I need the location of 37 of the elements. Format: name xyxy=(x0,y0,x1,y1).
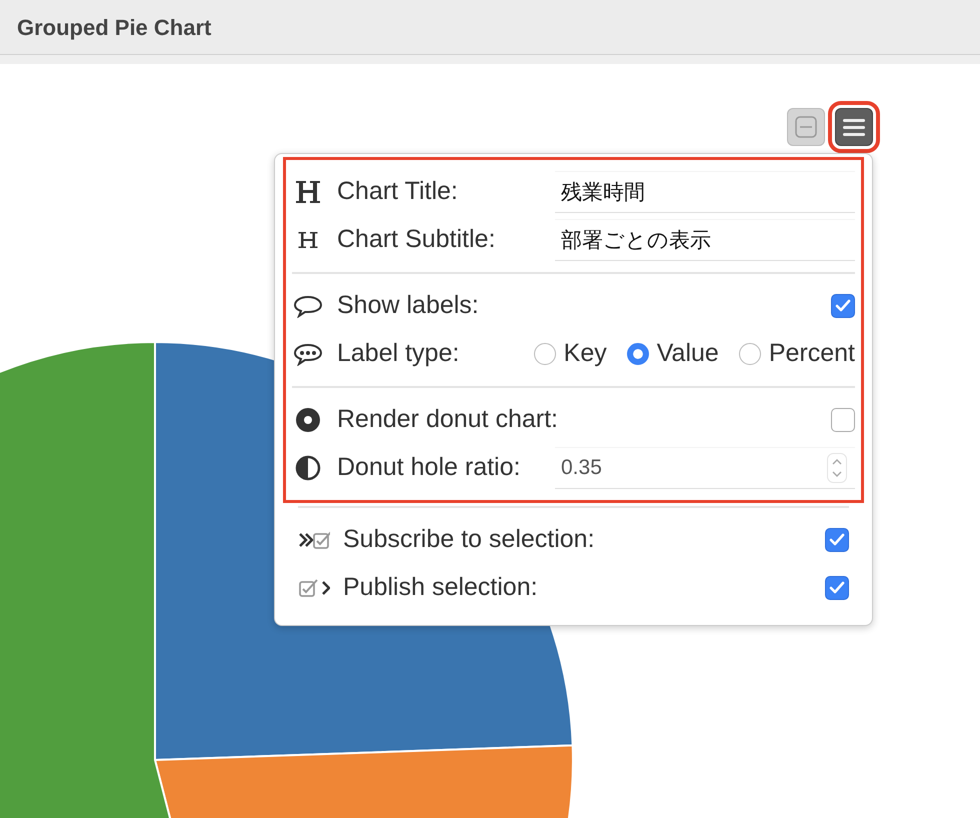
publish-icon xyxy=(298,577,330,599)
number-field[interactable]: 0.35 xyxy=(555,447,855,489)
minimize-button[interactable] xyxy=(787,108,825,146)
radio-label[interactable]: Value xyxy=(656,335,719,373)
radio-button[interactable] xyxy=(626,343,649,365)
text-field[interactable]: 残業時間 xyxy=(555,171,855,213)
checkbox[interactable] xyxy=(825,576,849,600)
radio-label[interactable]: Key xyxy=(564,335,607,373)
checkmark-icon xyxy=(835,299,851,313)
field-label: Chart Title: xyxy=(337,176,458,208)
minus-icon xyxy=(794,115,818,139)
field-label: Chart Subtitle: xyxy=(337,224,496,256)
checkmark-icon xyxy=(829,533,845,547)
checkbox[interactable] xyxy=(831,294,855,318)
field-label: Subscribe to selection: xyxy=(343,524,595,556)
radio-button[interactable] xyxy=(534,343,556,365)
checkmark-icon xyxy=(829,581,845,595)
radio-label[interactable]: Percent xyxy=(768,335,855,373)
radio-button[interactable] xyxy=(738,343,761,365)
subscribe-icon xyxy=(298,529,330,551)
field-label: Show labels: xyxy=(337,290,479,322)
text-field[interactable]: 部署ごとの表示 xyxy=(555,219,855,261)
heading-icon xyxy=(294,179,322,205)
field-label: Publish selection: xyxy=(343,572,538,604)
checkbox[interactable] xyxy=(831,408,855,432)
donut-icon xyxy=(295,407,321,433)
spinner-icon[interactable] xyxy=(827,453,847,483)
half-circle-icon xyxy=(295,455,321,481)
speech-bubble-icon xyxy=(293,294,323,318)
checkbox[interactable] xyxy=(825,528,849,552)
field-label: Donut hole ratio: xyxy=(337,452,520,484)
menu-icon xyxy=(842,117,866,137)
speech-bubble-dots-icon xyxy=(293,342,323,366)
field-label: Label type: xyxy=(337,338,460,370)
field-label: Render donut chart: xyxy=(337,404,558,436)
heading-icon xyxy=(297,230,319,250)
panel-title: Grouped Pie Chart xyxy=(17,14,212,42)
